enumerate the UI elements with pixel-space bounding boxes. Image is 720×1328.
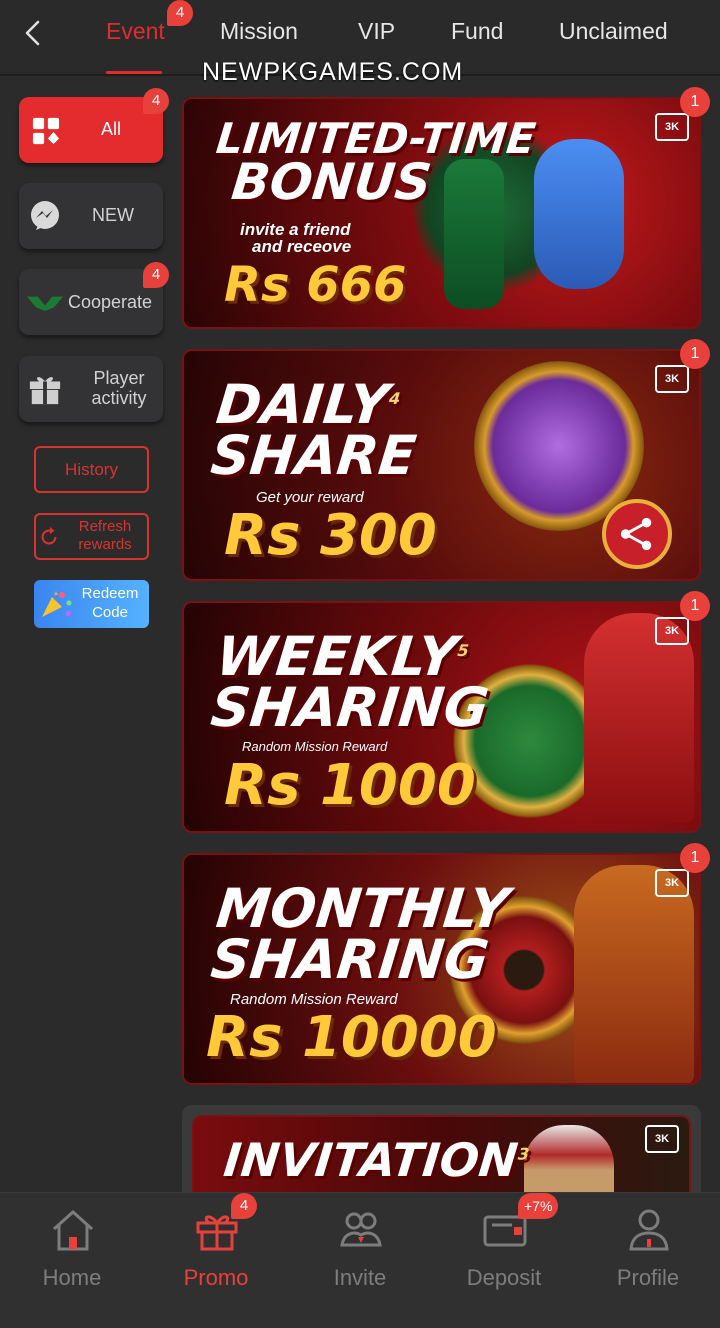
nav-deposit-badge: +7% bbox=[518, 1193, 559, 1219]
banner-badge: 1 bbox=[680, 843, 710, 873]
tab-event[interactable]: Event bbox=[106, 18, 165, 45]
banner-daily-share[interactable]: DAILY4 SHARE Get your reward Rs 300 3K bbox=[182, 349, 701, 581]
banner-title: LIMITED-TIME BONUS bbox=[213, 114, 538, 211]
banner-amount: Rs 10000 bbox=[206, 1005, 497, 1070]
brand-logo-icon: 3K bbox=[655, 365, 689, 393]
sidebar-item-new[interactable]: NEW bbox=[19, 183, 163, 249]
sidebar-item-label: All bbox=[101, 119, 122, 139]
tab-vip[interactable]: VIP bbox=[358, 18, 395, 45]
history-button[interactable]: History bbox=[34, 446, 149, 493]
banner-badge: 1 bbox=[680, 591, 710, 621]
nav-profile[interactable]: Profile bbox=[576, 1193, 720, 1328]
profile-icon bbox=[629, 1209, 669, 1251]
nav-label: Promo bbox=[183, 1265, 249, 1290]
banner-subtitle: invite a friend and receove bbox=[240, 220, 352, 256]
brand-logo-icon: 3K bbox=[655, 617, 689, 645]
nav-label: Deposit bbox=[466, 1265, 542, 1290]
tab-unclaimed[interactable]: Unclaimed bbox=[559, 18, 668, 45]
brand-logo-icon: 3K bbox=[645, 1125, 679, 1153]
redeem-code-label: Redeem Code bbox=[81, 585, 139, 621]
shark-character-illustration bbox=[534, 139, 624, 289]
sidebar-cooperate-badge: 4 bbox=[143, 262, 169, 288]
bottom-navigation: Home 4 Promo Invite +7% Deposit Profile bbox=[0, 1192, 720, 1328]
tab-fund[interactable]: Fund bbox=[451, 18, 503, 45]
tab-event-badge: 4 bbox=[167, 0, 193, 26]
refresh-rewards-button[interactable]: Refresh rewards bbox=[34, 513, 149, 560]
sidebar-item-label: Player activity bbox=[91, 368, 147, 408]
banner-limited-time-bonus[interactable]: LIMITED-TIME BONUS invite a friend and r… bbox=[182, 97, 701, 329]
sidebar-item-label: NEW bbox=[92, 205, 134, 225]
promo-page: Event 4 Mission VIP Fund Unclaimed NEWPK… bbox=[0, 0, 720, 1328]
handshake-icon bbox=[27, 296, 63, 311]
brand-logo-icon: 3K bbox=[655, 869, 689, 897]
banner-monthly-sharing[interactable]: MONTHLY SHARING Random Mission Reward Rs… bbox=[182, 853, 701, 1085]
refresh-icon bbox=[41, 526, 57, 545]
nav-label: Profile bbox=[616, 1265, 680, 1290]
sidebar-item-cooperate[interactable]: Cooperate bbox=[19, 269, 163, 335]
sidebar-item-player-activity[interactable]: Player activity bbox=[19, 356, 163, 422]
nav-invite[interactable]: Invite bbox=[288, 1193, 432, 1328]
nav-promo[interactable]: 4 Promo bbox=[144, 1193, 288, 1328]
banner-amount: Rs 300 bbox=[224, 503, 437, 568]
messenger-icon bbox=[31, 201, 59, 230]
redeem-code-button[interactable]: Redeem Code bbox=[34, 580, 149, 628]
nav-label: Home bbox=[42, 1265, 102, 1290]
banner-amount: Rs 666 bbox=[224, 257, 407, 313]
banner-weekly-sharing[interactable]: WEEKLY5 SHARING Random Mission Reward Rs… bbox=[182, 601, 701, 833]
sidebar-all-badge: 4 bbox=[143, 88, 169, 114]
tab-mission[interactable]: Mission bbox=[220, 18, 298, 45]
nav-promo-badge: 4 bbox=[231, 1193, 257, 1219]
banner-amount: Rs 1000 bbox=[224, 753, 476, 818]
invite-users-icon bbox=[340, 1212, 382, 1247]
home-icon bbox=[52, 1210, 94, 1251]
nav-home[interactable]: Home bbox=[0, 1193, 144, 1328]
sidebar-item-label: Cooperate bbox=[68, 292, 153, 312]
banner-badge: 1 bbox=[680, 87, 710, 117]
refresh-rewards-label: Refresh rewards bbox=[78, 518, 132, 553]
brand-logo-icon: 3K bbox=[655, 113, 689, 141]
nav-deposit[interactable]: +7% Deposit bbox=[432, 1193, 576, 1328]
banner-badge: 1 bbox=[680, 339, 710, 369]
active-tab-indicator bbox=[106, 71, 162, 74]
gift-icon bbox=[29, 377, 61, 405]
grid-icon bbox=[32, 117, 60, 145]
banner-subtitle: Random Mission Reward bbox=[242, 739, 388, 754]
banner-title: INVITATION3 bbox=[221, 1133, 531, 1187]
share-icon bbox=[602, 499, 672, 569]
banner-title: DAILY4 SHARE bbox=[208, 373, 419, 488]
back-arrow-icon[interactable] bbox=[18, 18, 48, 48]
confetti-icon bbox=[42, 591, 72, 617]
sidebar-item-all[interactable]: All bbox=[19, 97, 163, 163]
banner-title: WEEKLY5 SHARING bbox=[208, 625, 492, 740]
nav-label: Invite bbox=[333, 1265, 387, 1290]
banner-title: MONTHLY SHARING bbox=[208, 877, 512, 992]
watermark: NEWPKGAMES.COM bbox=[202, 58, 464, 86]
woman-character-illustration bbox=[574, 865, 694, 1083]
